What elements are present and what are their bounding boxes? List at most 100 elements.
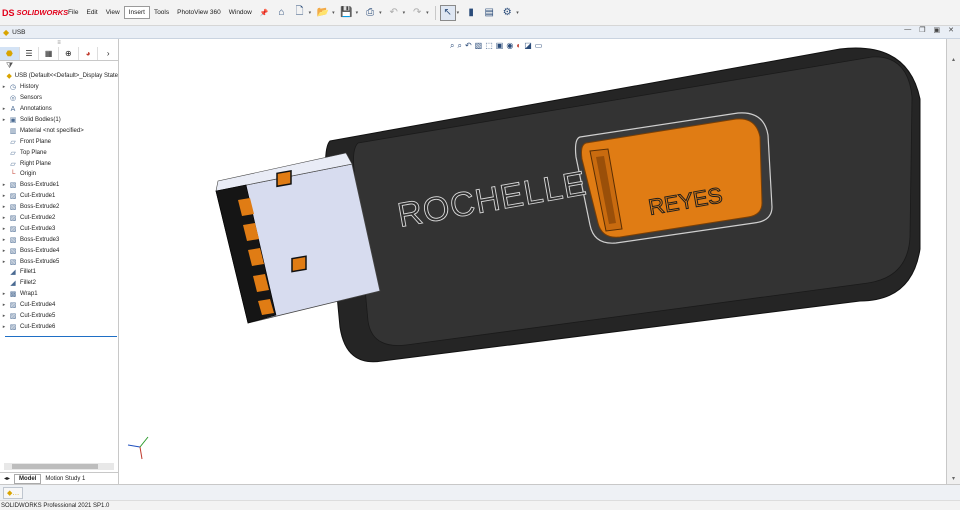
rollback-bar[interactable] bbox=[5, 336, 117, 337]
minimize-icon[interactable]: — bbox=[904, 26, 911, 34]
right-task-pane-strip[interactable]: ▴ ▾ bbox=[946, 39, 960, 484]
expand-icon[interactable]: ▸ bbox=[0, 313, 8, 319]
tree-item[interactable]: ▥ Material <not specified> bbox=[0, 125, 118, 136]
scene-icon[interactable]: ◪ bbox=[524, 41, 532, 51]
file-properties-icon[interactable]: ▤ bbox=[481, 5, 497, 21]
home-icon[interactable]: ⌂ bbox=[274, 5, 290, 21]
expand-icon[interactable]: ▸ bbox=[0, 237, 8, 243]
configuration-tab-icon[interactable]: ▦ bbox=[39, 47, 60, 60]
tree-item[interactable]: ▸ ▩ Wrap1 bbox=[0, 289, 118, 300]
expand-icon[interactable]: ▸ bbox=[0, 215, 8, 221]
redo-icon[interactable]: ↷ bbox=[409, 5, 425, 21]
expand-icon[interactable]: ▸ bbox=[0, 193, 8, 199]
minimized-document-icon[interactable]: ◆… bbox=[3, 486, 24, 499]
expand-icon[interactable]: ▸ bbox=[0, 226, 8, 232]
menu-photoview[interactable]: PhotoView 360 bbox=[173, 7, 225, 18]
close-icon[interactable]: ✕ bbox=[948, 26, 954, 34]
view-settings-icon[interactable]: ▭ bbox=[535, 41, 543, 51]
menu-tools[interactable]: Tools bbox=[150, 7, 173, 18]
expand-icon[interactable]: ▸ bbox=[0, 291, 8, 297]
tree-horizontal-scrollbar[interactable] bbox=[4, 463, 114, 470]
expand-icon[interactable]: ▸ bbox=[0, 117, 8, 123]
menu-insert[interactable]: Insert bbox=[123, 6, 150, 19]
menu-file[interactable]: File bbox=[64, 7, 82, 18]
scroll-up-icon[interactable]: ▴ bbox=[947, 56, 960, 63]
tree-item[interactable]: ◎ Sensors bbox=[0, 93, 118, 104]
options-dropdown-icon[interactable]: ▾ bbox=[516, 10, 519, 16]
menu-window[interactable]: Window bbox=[225, 7, 256, 18]
tree-item[interactable]: ▸ ▧ Boss-Extrude3 bbox=[0, 234, 118, 245]
restore-icon[interactable]: ❐ bbox=[919, 26, 925, 34]
tree-item[interactable]: ◢ Fillet2 bbox=[0, 278, 118, 289]
tree-item[interactable]: ▸ ▨ Cut-Extrude5 bbox=[0, 311, 118, 322]
undo-dropdown-icon[interactable]: ▾ bbox=[403, 10, 406, 16]
print-icon[interactable]: ⎙ bbox=[362, 5, 378, 21]
zoom-area-icon[interactable]: ⌕ bbox=[457, 41, 461, 51]
tree-item[interactable]: ▸ ▧ Boss-Extrude1 bbox=[0, 180, 118, 191]
feature-tree-tab-icon[interactable]: ⬣ bbox=[0, 47, 20, 60]
select-dropdown-icon[interactable]: ▾ bbox=[457, 10, 460, 16]
display-style-icon[interactable]: ▣ bbox=[496, 41, 504, 51]
expand-icon[interactable]: ▸ bbox=[0, 106, 8, 112]
tree-item[interactable]: ▸ ▨ Cut-Extrude2 bbox=[0, 213, 118, 224]
menu-edit[interactable]: Edit bbox=[82, 7, 101, 18]
tree-item[interactable]: ▸ ▨ Cut-Extrude6 bbox=[0, 321, 118, 332]
view-orientation-icon[interactable]: ⬚ bbox=[485, 41, 493, 51]
options-gear-icon[interactable]: ⚙ bbox=[499, 5, 515, 21]
select-arrow-icon[interactable]: ↖ bbox=[439, 4, 456, 21]
panel-more-icon[interactable]: › bbox=[98, 47, 118, 60]
tree-item[interactable]: ▱ Right Plane bbox=[0, 158, 118, 169]
tree-item[interactable]: └ Origin bbox=[0, 169, 118, 180]
tree-item[interactable]: ▱ Top Plane bbox=[0, 147, 118, 158]
dimxpert-tab-icon[interactable]: ⊕ bbox=[59, 47, 79, 60]
tree-item[interactable]: ▸ ◷ History bbox=[0, 82, 118, 93]
pin-icon[interactable]: 📌 bbox=[260, 9, 269, 17]
scroll-down-icon[interactable]: ▾ bbox=[947, 475, 960, 482]
usb-model-view[interactable]: ROCHELLE REYES bbox=[120, 39, 946, 484]
tree-root[interactable]: ◆ USB (Default<<Default>_Display State bbox=[0, 71, 118, 82]
property-manager-tab-icon[interactable]: ☰ bbox=[20, 47, 40, 60]
redo-dropdown-icon[interactable]: ▾ bbox=[426, 10, 429, 16]
undo-icon[interactable]: ↶ bbox=[386, 5, 402, 21]
zoom-fit-icon[interactable]: ⌕ bbox=[450, 41, 454, 51]
hide-show-icon[interactable]: ◉ bbox=[506, 41, 513, 51]
tree-item[interactable]: ▱ Front Plane bbox=[0, 136, 118, 147]
filter-icon[interactable]: ⧩ bbox=[0, 61, 118, 71]
graphics-area[interactable]: ⌕ ⌕ ↶ ▧ ⬚ ▣ ◉ ◐ ◪ ▭ ROCHELLE REYES bbox=[120, 39, 946, 484]
tree-item[interactable]: ▸ ▨ Cut-Extrude1 bbox=[0, 191, 118, 202]
tab-motion-study[interactable]: Motion Study 1 bbox=[41, 475, 89, 483]
tree-item[interactable]: ◢ Fillet1 bbox=[0, 267, 118, 278]
tab-model[interactable]: Model bbox=[14, 473, 42, 484]
previous-view-icon[interactable]: ↶ bbox=[465, 41, 472, 51]
expand-icon[interactable]: ▸ bbox=[0, 84, 8, 90]
scroll-thumb[interactable] bbox=[12, 464, 98, 469]
solidworks-logo[interactable]: DS SOLIDWORKS bbox=[2, 8, 68, 18]
expand-icon[interactable]: ▸ bbox=[0, 324, 8, 330]
open-dropdown-icon[interactable]: ▾ bbox=[332, 10, 335, 16]
rebuild-icon[interactable]: ▮ bbox=[463, 5, 479, 21]
tree-item[interactable]: ▸ A Annotations bbox=[0, 104, 118, 115]
tab-nav-icon[interactable]: ◂▸ bbox=[0, 474, 14, 483]
expand-icon[interactable]: ▸ bbox=[0, 248, 8, 254]
expand-icon[interactable]: ▸ bbox=[0, 182, 8, 188]
expand-icon[interactable]: ▸ bbox=[0, 259, 8, 265]
section-view-icon[interactable]: ▧ bbox=[475, 41, 483, 51]
open-folder-icon[interactable]: 📂 bbox=[315, 5, 331, 21]
tree-item[interactable]: ▸ ▨ Cut-Extrude4 bbox=[0, 300, 118, 311]
appearance-icon[interactable]: ◐ bbox=[516, 41, 521, 51]
display-manager-tab-icon[interactable]: ◕ bbox=[79, 47, 99, 60]
tree-item[interactable]: ▸ ▣ Solid Bodies(1) bbox=[0, 115, 118, 126]
print-dropdown-icon[interactable]: ▾ bbox=[379, 10, 382, 16]
tree-item[interactable]: ▸ ▧ Boss-Extrude4 bbox=[0, 245, 118, 256]
save-dropdown-icon[interactable]: ▾ bbox=[356, 10, 359, 16]
expand-icon[interactable]: ▸ bbox=[0, 204, 8, 210]
new-dropdown-icon[interactable]: ▾ bbox=[309, 10, 312, 16]
tree-item[interactable]: ▸ ▧ Boss-Extrude2 bbox=[0, 202, 118, 213]
new-document-icon[interactable]: 🗋 bbox=[292, 5, 308, 21]
panel-grip[interactable]: ≡ bbox=[0, 39, 118, 47]
menu-view[interactable]: View bbox=[102, 7, 124, 18]
tree-item[interactable]: ▸ ▨ Cut-Extrude3 bbox=[0, 223, 118, 234]
tree-item[interactable]: ▸ ▧ Boss-Extrude5 bbox=[0, 256, 118, 267]
save-icon[interactable]: 💾 bbox=[339, 5, 355, 21]
tile-icon[interactable]: ▣ bbox=[934, 26, 941, 34]
